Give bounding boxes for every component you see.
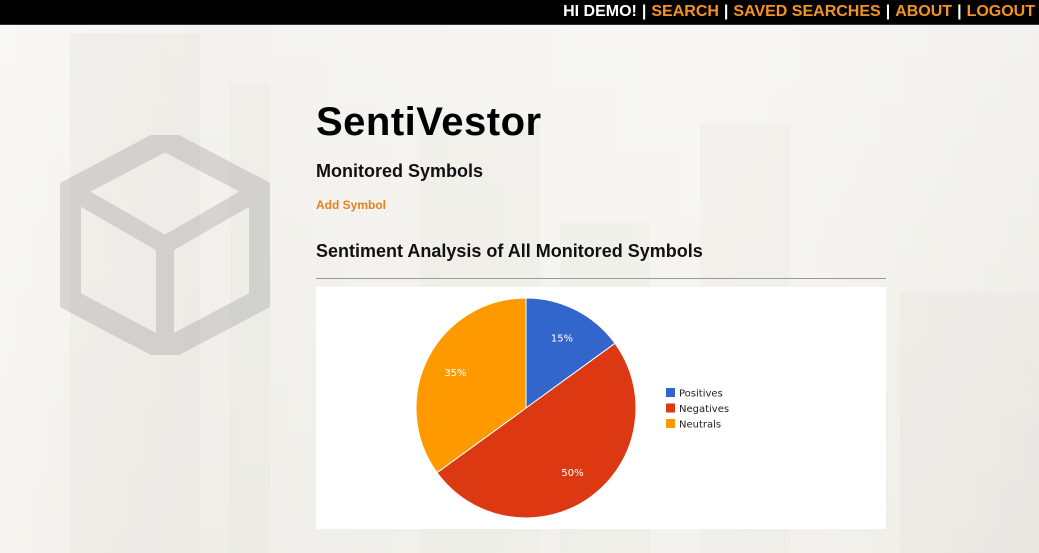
legend-label-positives: Positives [679, 389, 723, 400]
nav-separator: | [723, 3, 729, 20]
nav-separator: | [957, 3, 962, 20]
legend-item-negatives[interactable]: Negatives [666, 403, 729, 416]
legend-item-neutrals[interactable]: Neutrals [666, 419, 721, 431]
legend-swatch-neutrals [666, 419, 675, 428]
monitored-symbols-heading: Monitored Symbols [316, 161, 484, 181]
nav-link-search[interactable]: SEARCH [651, 3, 719, 21]
pie-slice-label-positives: 15% [551, 333, 573, 344]
pie-slice-label-neutrals: 35% [444, 368, 466, 379]
nav-link-logout[interactable]: LOGOUT [967, 3, 1035, 21]
legend-swatch-positives [666, 388, 675, 397]
nav-separator: | [885, 3, 891, 20]
app-title: SentiVestor [316, 100, 542, 144]
legend-label-neutrals: Neutrals [679, 420, 721, 431]
sentiment-pie-chart: 15% 50% 35% Positives Negatives Neutrals [415, 297, 729, 519]
top-nav-bar: HI DEMO! | SEARCH | SAVED SEARCHES | ABO… [0, 0, 1039, 25]
chart-heading: Sentiment Analysis of All Monitored Symb… [316, 241, 703, 261]
legend-label-negatives: Negatives [679, 404, 729, 415]
legend-item-positives[interactable]: Positives [666, 388, 723, 400]
nav-link-about[interactable]: ABOUT [895, 3, 952, 21]
cube-logo-watermark [60, 135, 270, 355]
nav-separator: | [641, 3, 647, 20]
add-symbol-link[interactable]: Add Symbol [316, 198, 386, 212]
legend-swatch-negatives [666, 403, 675, 413]
nav-link-saved-searches[interactable]: SAVED SEARCHES [733, 3, 880, 21]
user-greeting: HI DEMO! [563, 3, 637, 20]
sentiment-pie-chart-panel: 15% 50% 35% Positives Negatives Neutrals [316, 287, 886, 529]
pie-slice-label-negatives: 50% [561, 468, 583, 479]
heading-divider [316, 278, 886, 279]
